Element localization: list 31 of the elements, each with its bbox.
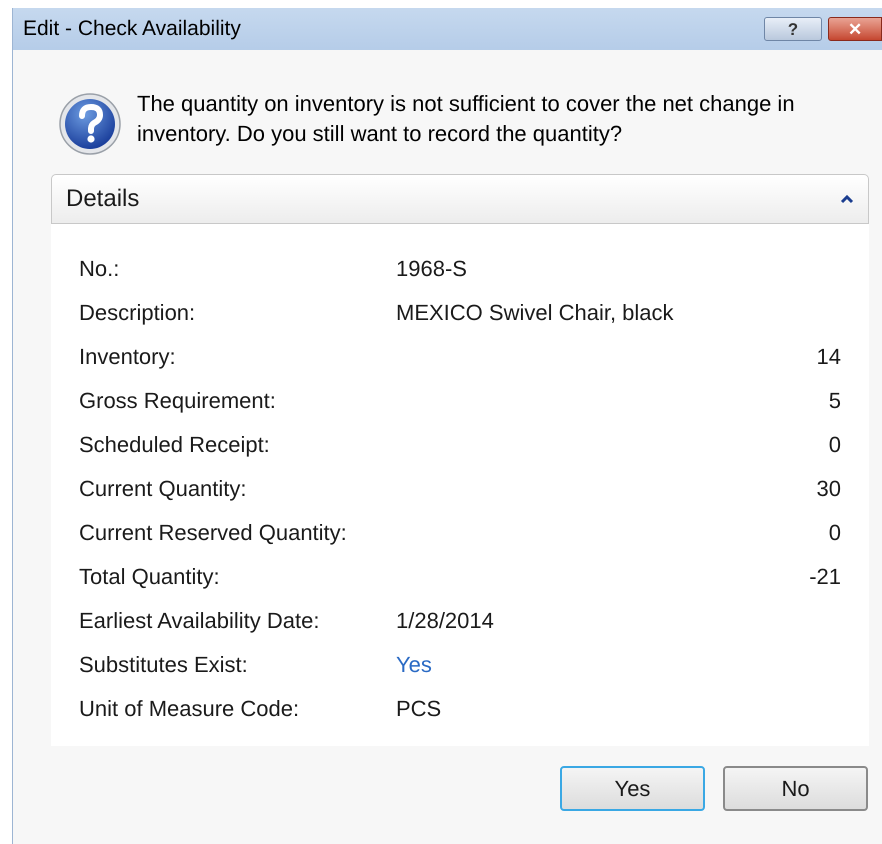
field-label: Total Quantity: — [79, 562, 221, 591]
field-value: MEXICO Swivel Chair, black — [396, 298, 674, 326]
field-link[interactable]: Yes — [396, 648, 432, 680]
field-value: 1968-S — [396, 254, 467, 282]
question-icon — [58, 92, 122, 156]
field-value: 30 — [816, 474, 841, 502]
window-title: Edit - Check Availability — [23, 16, 242, 42]
collapse-icon[interactable] — [840, 194, 854, 204]
field-label: Inventory: — [79, 342, 177, 371]
dialog-button[interactable]: Yes — [560, 766, 705, 811]
help-button[interactable]: ? — [764, 17, 822, 41]
field-value: 1/28/2014 — [396, 606, 494, 634]
field-value: PCS — [396, 694, 442, 722]
field-value: 0 — [828, 518, 841, 546]
field-label: Substitutes Exist: — [79, 650, 249, 678]
field-value: 14 — [816, 342, 841, 370]
field-label: Current Reserved Quantity: — [79, 518, 348, 547]
field-label: Scheduled Receipt: — [79, 430, 271, 459]
section-title: Details — [66, 184, 140, 214]
field-label: Description: — [79, 298, 196, 327]
field-value: 0 — [828, 430, 841, 458]
dialog-button[interactable]: No — [723, 766, 868, 811]
field-label: No.: — [79, 254, 120, 282]
field-label: Earliest Availability Date: — [79, 606, 320, 635]
field-label: Current Quantity: — [79, 474, 248, 503]
field-label: Unit of Measure Code: — [79, 694, 300, 722]
field-value: 5 — [828, 386, 841, 414]
message-text: The quantity on inventory is not sufficient to cover the net change in inventory. Do you still want to record the quantity? — [137, 90, 796, 148]
details-header[interactable]: Details — [51, 174, 869, 224]
field-label: Gross Requirement: — [79, 386, 277, 415]
field-value: -21 — [809, 562, 841, 590]
